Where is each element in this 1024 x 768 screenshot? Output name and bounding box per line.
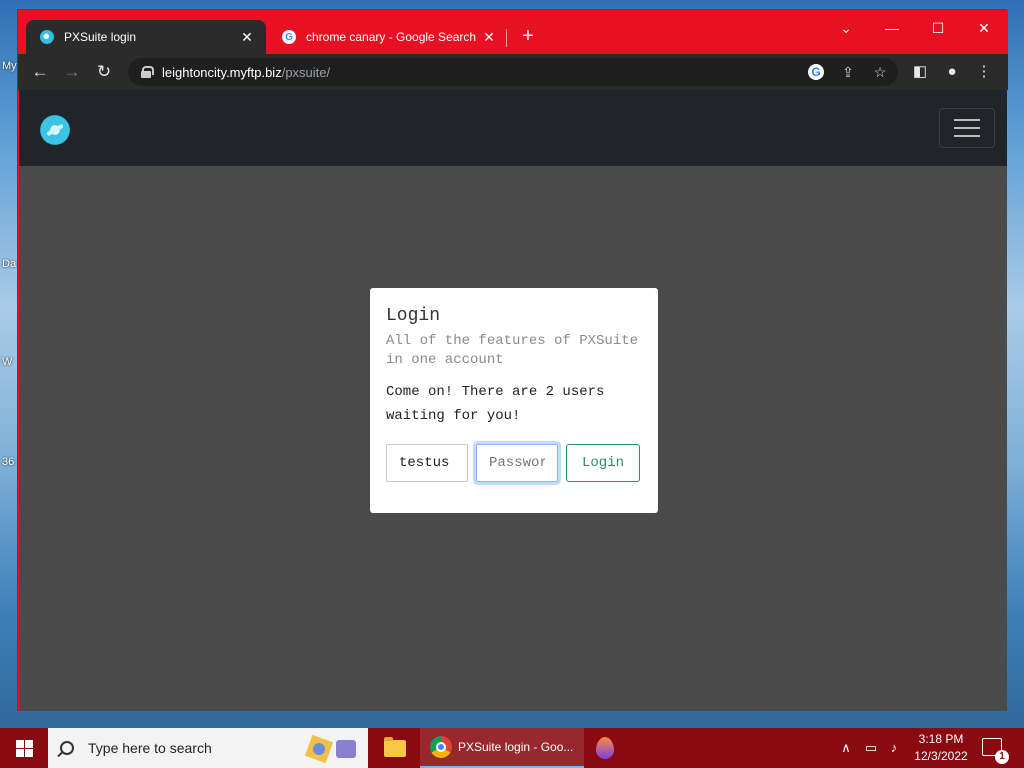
browser-window: PXSuite login ✕ G chrome canary - Google…	[17, 9, 1008, 711]
tab-close-icon[interactable]: ✕	[480, 29, 498, 46]
search-placeholder: Type here to search	[88, 740, 212, 756]
favicon-pxsuite-icon	[40, 30, 54, 44]
username-input[interactable]	[386, 444, 468, 482]
url-path: /pxsuite/	[281, 64, 331, 80]
google-g-icon[interactable]: G	[808, 64, 824, 80]
login-message: Come on! There are 2 users waiting for y…	[386, 384, 605, 424]
notification-badge: 1	[995, 750, 1009, 764]
search-icon	[60, 741, 74, 755]
taskbar-search-input[interactable]: Type here to search	[48, 728, 368, 768]
desktop-label: 36	[2, 456, 15, 468]
login-card: Login All of the features of PXSuite in …	[370, 288, 658, 513]
lock-icon	[140, 66, 154, 78]
chevron-up-icon[interactable]: ∧	[836, 728, 856, 768]
side-panel-icon[interactable]: ◧	[910, 62, 930, 82]
tab-pxsuite-login[interactable]: PXSuite login ✕	[26, 20, 266, 54]
back-arrow-icon[interactable]: ←	[27, 59, 53, 85]
tab-separator	[506, 29, 507, 47]
tab-google-search[interactable]: G chrome canary - Google Search ✕	[268, 20, 508, 54]
share-icon[interactable]: ⇪	[838, 62, 858, 82]
windows-start-icon[interactable]	[0, 728, 48, 768]
login-form: Login	[386, 444, 642, 482]
search-highlight-art-icon	[304, 734, 356, 764]
new-tab-button[interactable]: +	[516, 24, 540, 48]
file-explorer-icon[interactable]	[384, 737, 406, 757]
volume-icon[interactable]: ♪	[884, 728, 904, 768]
web-page: Login All of the features of PXSuite in …	[19, 90, 1007, 711]
tab-search-dropdown-icon[interactable]: ⌄	[824, 14, 868, 42]
login-subtitle: All of the features of PXSuite in one ac…	[386, 333, 639, 368]
app-drop-icon[interactable]	[596, 737, 614, 759]
tab-title: chrome canary - Google Search	[306, 30, 477, 44]
hamburger-menu-icon[interactable]	[939, 108, 995, 148]
password-input[interactable]	[476, 444, 558, 482]
taskbar: Type here to search PXSuite login - Goo.…	[0, 728, 1024, 768]
google-g-icon: G	[282, 30, 296, 44]
site-navbar	[19, 90, 1007, 166]
close-window-button[interactable]: ✕	[962, 14, 1006, 42]
desktop-label: Da	[2, 258, 17, 270]
minimize-button[interactable]: —	[870, 14, 914, 42]
url-host: leightoncity.myftp.biz	[162, 64, 282, 80]
taskbar-app-label: PXSuite login - Goo...	[458, 740, 574, 754]
chrome-icon	[430, 736, 452, 758]
desktop-label: W	[2, 356, 13, 368]
address-bar[interactable]: leightoncity.myftp.biz /pxsuite/ G ⇪ ☆	[128, 58, 898, 86]
tab-title: PXSuite login	[64, 30, 137, 44]
login-title: Login	[386, 306, 441, 326]
forward-arrow-icon[interactable]: →	[59, 59, 85, 85]
maximize-button[interactable]: ☐	[916, 14, 960, 42]
clock-date: 12/3/2022	[914, 749, 968, 763]
tab-close-icon[interactable]: ✕	[238, 29, 256, 46]
taskbar-clock[interactable]: 3:18 PM 12/3/2022	[906, 731, 976, 765]
clock-time: 3:18 PM	[918, 732, 964, 746]
pxsuite-logo-icon[interactable]	[40, 115, 70, 145]
kebab-menu-icon[interactable]: ⋮	[974, 62, 994, 82]
login-button[interactable]: Login	[566, 444, 640, 482]
network-icon[interactable]: ▭	[860, 728, 882, 768]
star-icon[interactable]: ☆	[870, 62, 890, 82]
tab-strip: PXSuite login ✕ G chrome canary - Google…	[18, 10, 1008, 54]
browser-toolbar: ← → ↻ leightoncity.myftp.biz /pxsuite/ G…	[18, 54, 1008, 90]
desktop-label: My	[2, 60, 17, 72]
reload-icon[interactable]: ↻	[91, 59, 117, 85]
profile-icon[interactable]: ●	[942, 62, 962, 82]
taskbar-chrome-app[interactable]: PXSuite login - Goo...	[420, 728, 584, 768]
